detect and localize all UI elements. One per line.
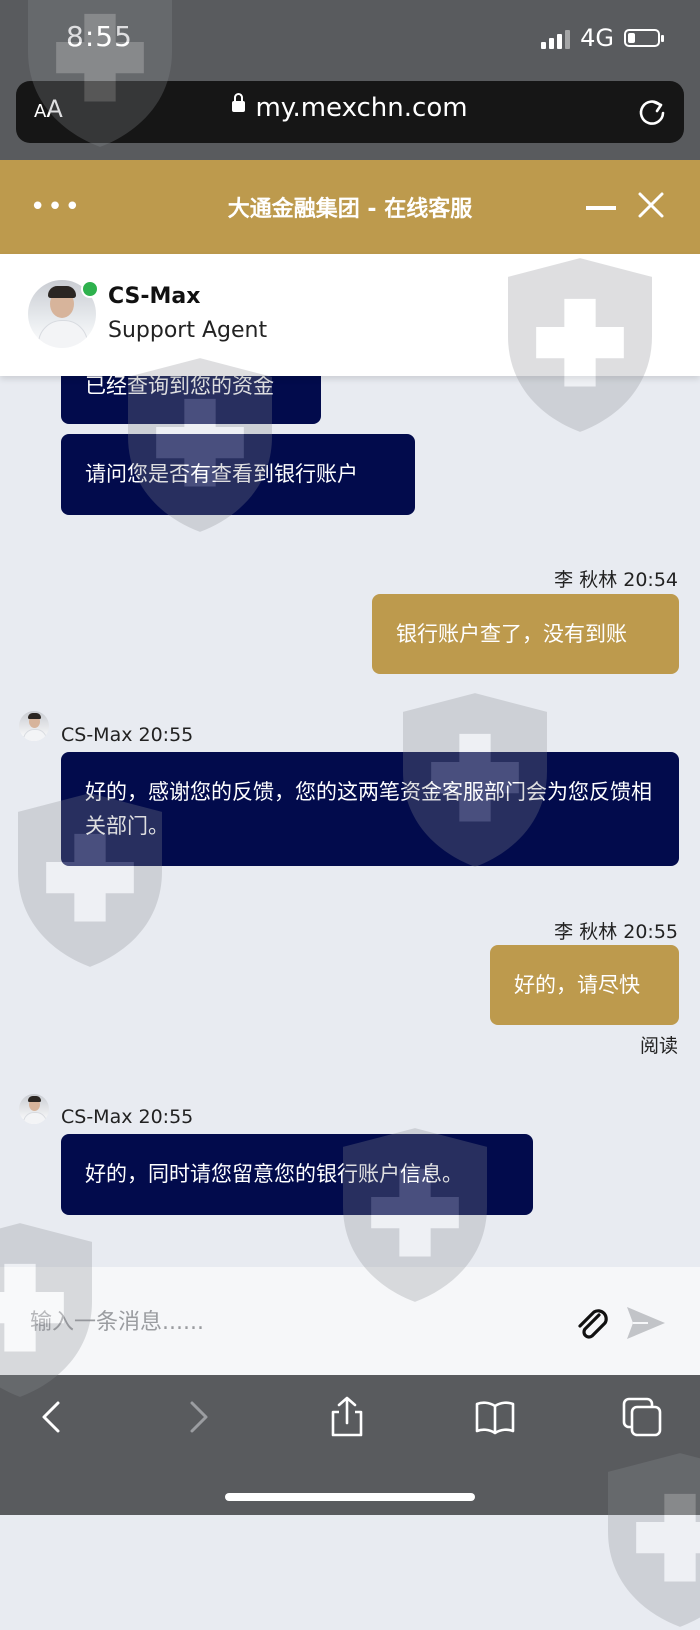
attach-icon[interactable] — [572, 1303, 612, 1343]
message-input[interactable] — [28, 1301, 552, 1343]
message-meta: CS-Max 20:55 — [61, 724, 194, 746]
browser-toolbar — [0, 1375, 700, 1515]
agent-avatar-small — [19, 1094, 49, 1124]
agent-message: 好的，感谢您的反馈，您的这两笔资金客服部门会为您反馈相关部门。 — [61, 752, 679, 866]
home-indicator — [225, 1493, 475, 1501]
message-meta: 李 秋林 20:54 — [554, 569, 678, 591]
url-display[interactable]: my.mexchn.com — [16, 93, 684, 123]
read-receipt: 阅读 — [639, 1035, 678, 1057]
url-bar[interactable]: AA my.mexchn.com — [16, 81, 684, 143]
agent-card: CS-Max Support Agent — [0, 254, 700, 376]
network-type: 4G — [580, 24, 614, 52]
reload-icon[interactable] — [636, 96, 668, 128]
message-meta: CS-Max 20:55 — [61, 1106, 194, 1128]
agent-message: 好的，同时请您留意您的银行账户信息。 — [61, 1134, 533, 1215]
agent-avatar-small — [19, 711, 49, 741]
message-meta: 李 秋林 20:55 — [554, 921, 678, 943]
user-message: 好的，请尽快 — [490, 945, 679, 1025]
chat-header: ••• 大通金融集团 - 在线客服 — [0, 160, 700, 254]
back-icon[interactable] — [30, 1395, 74, 1439]
send-icon[interactable] — [624, 1303, 668, 1343]
forward-icon[interactable] — [176, 1395, 220, 1439]
browser-top-bar: 8:55 4G AA my.mexchn.com — [0, 0, 700, 160]
online-status-indicator — [81, 280, 99, 298]
close-icon[interactable] — [636, 190, 666, 220]
tabs-icon[interactable] — [620, 1395, 664, 1439]
agent-message: 请问您是否有查看到银行账户 — [61, 434, 415, 515]
status-time: 8:55 — [66, 20, 133, 53]
user-message: 银行账户查了，没有到账 — [372, 594, 679, 674]
battery-icon — [624, 29, 664, 47]
share-icon[interactable] — [325, 1395, 369, 1439]
signal-icon — [541, 27, 571, 49]
status-indicators: 4G — [541, 24, 664, 52]
agent-role: Support Agent — [108, 318, 268, 343]
agent-name: CS-Max — [108, 284, 201, 309]
bookmarks-icon[interactable] — [473, 1395, 517, 1439]
url-text: my.mexchn.com — [255, 93, 468, 123]
message-composer — [0, 1267, 700, 1375]
minimize-icon[interactable] — [586, 206, 616, 210]
lock-icon — [232, 93, 246, 112]
